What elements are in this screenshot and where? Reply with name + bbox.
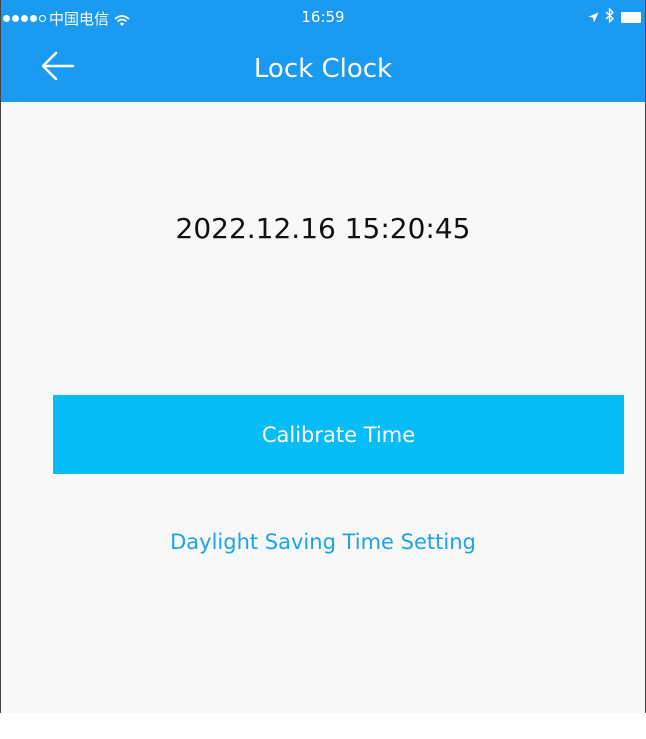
nav-bar: Lock Clock xyxy=(1,34,645,102)
app-header: 中国电信 16:59 Lock Clock xyxy=(1,0,645,102)
battery-icon xyxy=(621,12,641,23)
status-bar: 中国电信 16:59 xyxy=(1,0,645,34)
calibrate-time-button[interactable]: Calibrate Time xyxy=(53,395,624,474)
bluetooth-icon xyxy=(605,7,615,27)
daylight-saving-time-setting-link[interactable]: Daylight Saving Time Setting xyxy=(1,530,645,554)
status-right xyxy=(588,7,641,27)
location-arrow-icon xyxy=(588,9,599,27)
status-time: 16:59 xyxy=(301,8,345,26)
phone-screen: 中国电信 16:59 Lock Clock 2022.12.16 15:20:4… xyxy=(0,0,646,713)
page-title: Lock Clock xyxy=(253,54,393,84)
lock-clock-datetime: 2022.12.16 15:20:45 xyxy=(175,212,471,245)
